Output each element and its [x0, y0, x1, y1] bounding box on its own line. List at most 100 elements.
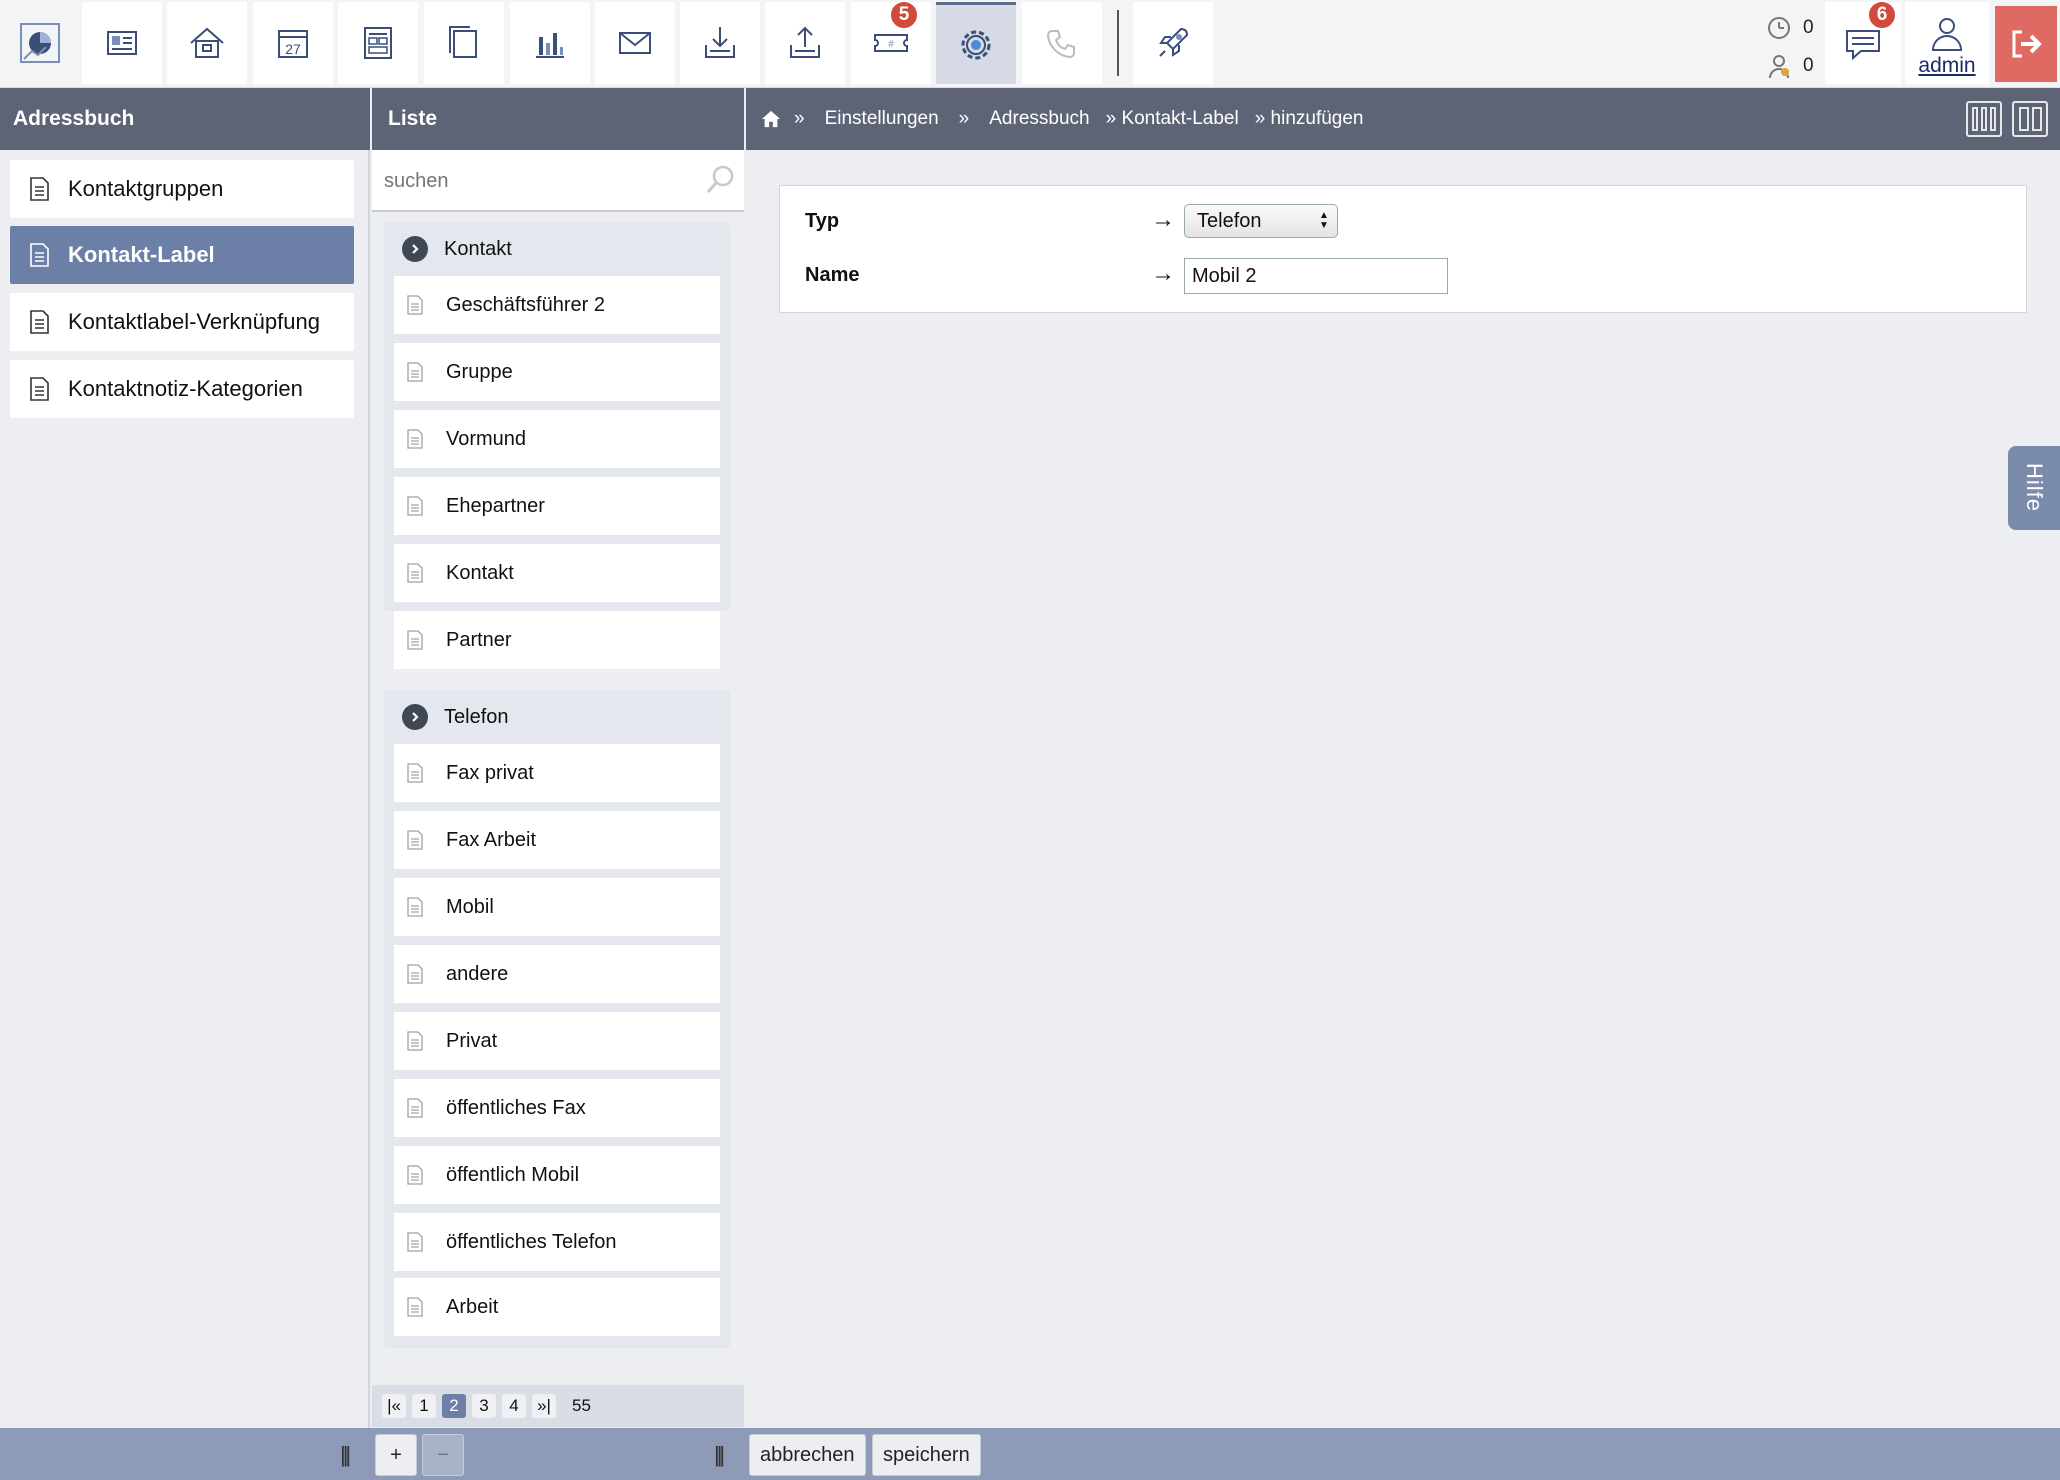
logout-icon	[2012, 30, 2042, 58]
breadcrumb-kontakt-label[interactable]: » Kontakt-Label	[1106, 108, 1239, 130]
breadcrumb-hinzufuegen: » hinzufügen	[1254, 108, 1364, 129]
layout-three-column-toggle[interactable]	[1966, 101, 2002, 137]
tickets-button[interactable]: # 5	[851, 0, 931, 84]
upload-icon	[790, 26, 820, 58]
list-item-label: Gruppe	[446, 360, 513, 383]
layout-icon	[364, 27, 392, 59]
settings-button[interactable]	[936, 2, 1016, 84]
sidebar-item-label: Kontaktlabel-Verknüpfung	[68, 309, 320, 334]
documents-button[interactable]	[424, 2, 504, 84]
main-toolbar: 27 # 5 0 0 6 admin	[0, 0, 2060, 88]
phone-button[interactable]	[1022, 2, 1102, 84]
dashboard-button[interactable]	[0, 2, 80, 84]
list-item[interactable]: Fax Arbeit	[394, 811, 720, 869]
list-item[interactable]: Arbeit	[394, 1278, 720, 1336]
document-icon	[407, 295, 423, 315]
pager-page-4[interactable]: 4	[502, 1394, 526, 1418]
pager-first[interactable]: |«	[382, 1394, 406, 1418]
rocket-button[interactable]	[1133, 2, 1213, 84]
typ-select-value: Telefon	[1197, 209, 1262, 232]
list-item-label: öffentliches Telefon	[446, 1230, 617, 1253]
breadcrumb-separator: »	[958, 108, 970, 129]
mail-button[interactable]	[595, 2, 675, 84]
pager-page-3[interactable]: 3	[472, 1394, 496, 1418]
pager-page-1[interactable]: 1	[412, 1394, 436, 1418]
list-resize-grip[interactable]: |||	[714, 1442, 725, 1468]
logout-button[interactable]	[1995, 6, 2057, 82]
layout-button[interactable]	[338, 2, 418, 84]
list-item-label: Fax Arbeit	[446, 828, 537, 851]
document-icon	[30, 310, 49, 334]
group-header[interactable]: Kontakt	[384, 222, 730, 276]
name-input[interactable]	[1184, 258, 1448, 294]
user-name[interactable]: admin	[1918, 54, 1975, 78]
list-item[interactable]: Kontakt	[394, 544, 720, 602]
breadcrumb-einstellungen[interactable]: Einstellungen	[825, 108, 939, 130]
sidebar-item-kontaktnotiz-kategorien[interactable]: Kontaktnotiz-Kategorien	[10, 360, 354, 418]
home-button[interactable]	[167, 2, 247, 84]
toolbar-separator	[1117, 10, 1119, 76]
document-icon	[407, 897, 423, 917]
list-item[interactable]: öffentliches Fax	[394, 1079, 720, 1137]
document-icon	[407, 1031, 423, 1051]
list-item[interactable]: öffentliches Telefon	[394, 1213, 720, 1271]
sidebar-item-label: Kontaktgruppen	[68, 176, 224, 201]
main-content: Typ → Telefon ▲ ▼ Name →	[746, 150, 2060, 1428]
document-icon	[407, 1232, 423, 1252]
cancel-button[interactable]: abbrechen	[749, 1434, 866, 1476]
clock-icon	[1768, 17, 1790, 39]
house-icon	[190, 27, 224, 58]
svg-text:#: #	[888, 39, 894, 50]
breadcrumb: » Einstellungen » Adressbuch » Kontakt-L…	[760, 108, 1384, 130]
sidebar-resize-grip[interactable]: |||	[340, 1442, 351, 1468]
document-icon	[407, 1165, 423, 1185]
list-item[interactable]: Ehepartner	[394, 477, 720, 535]
pager-page-2[interactable]: 2	[442, 1394, 466, 1418]
arrow-right-icon: →	[1151, 260, 1175, 287]
document-icon	[407, 964, 423, 984]
arrow-right-icon: →	[1151, 206, 1175, 233]
person-clock-icon	[1769, 55, 1789, 79]
layout-two-column-toggle[interactable]	[2012, 101, 2048, 137]
timer-counter[interactable]: 0	[1765, 12, 1821, 44]
list-item[interactable]: Geschäftsführer 2	[394, 276, 720, 334]
list-item[interactable]: andere	[394, 945, 720, 1003]
list-item[interactable]: Partner	[394, 611, 720, 669]
sidebar-item-kontaktlabel-verknuepfung[interactable]: Kontaktlabel-Verknüpfung	[10, 293, 354, 351]
list-item[interactable]: öffentlich Mobil	[394, 1146, 720, 1204]
search-input[interactable]	[384, 164, 684, 198]
typ-select[interactable]: Telefon ▲ ▼	[1184, 204, 1338, 238]
add-button[interactable]: +	[375, 1434, 417, 1476]
calendar-button[interactable]: 27	[253, 2, 333, 84]
sidebar-item-kontaktgruppen[interactable]: Kontaktgruppen	[10, 160, 354, 218]
list-item[interactable]: Vormund	[394, 410, 720, 468]
list-item[interactable]: Fax privat	[394, 744, 720, 802]
breadcrumb-adressbuch[interactable]: Adressbuch	[989, 108, 1089, 130]
search-icon[interactable]	[704, 164, 736, 196]
upload-button[interactable]	[765, 2, 845, 84]
messages-button[interactable]: 6	[1825, 0, 1901, 84]
list-item[interactable]: Privat	[394, 1012, 720, 1070]
download-button[interactable]	[680, 2, 760, 84]
help-tab[interactable]: Hilfe	[2008, 446, 2060, 530]
list-item-label: Vormund	[446, 427, 527, 450]
document-icon	[407, 763, 423, 783]
list-group-telefon: Telefon Fax privat Fax Arbeit Mobil ande…	[384, 690, 730, 1348]
statistics-button[interactable]	[510, 2, 590, 84]
document-icon	[407, 429, 423, 449]
document-icon	[407, 630, 423, 650]
home-icon[interactable]	[760, 109, 782, 129]
group-header[interactable]: Telefon	[384, 690, 730, 744]
user-counter[interactable]: 0	[1765, 50, 1821, 82]
group-title: Telefon	[444, 705, 509, 728]
save-button[interactable]: speichern	[872, 1434, 981, 1476]
sidebar-item-kontakt-label[interactable]: Kontakt-Label	[10, 226, 354, 284]
document-icon	[30, 177, 49, 201]
address-book-button[interactable]	[82, 2, 162, 84]
messages-badge: 6	[1867, 0, 1897, 30]
pager-last[interactable]: »|	[532, 1394, 556, 1418]
user-menu[interactable]: admin	[1905, 2, 1989, 84]
remove-button[interactable]: −	[422, 1434, 464, 1476]
list-item[interactable]: Mobil	[394, 878, 720, 936]
list-item[interactable]: Gruppe	[394, 343, 720, 401]
